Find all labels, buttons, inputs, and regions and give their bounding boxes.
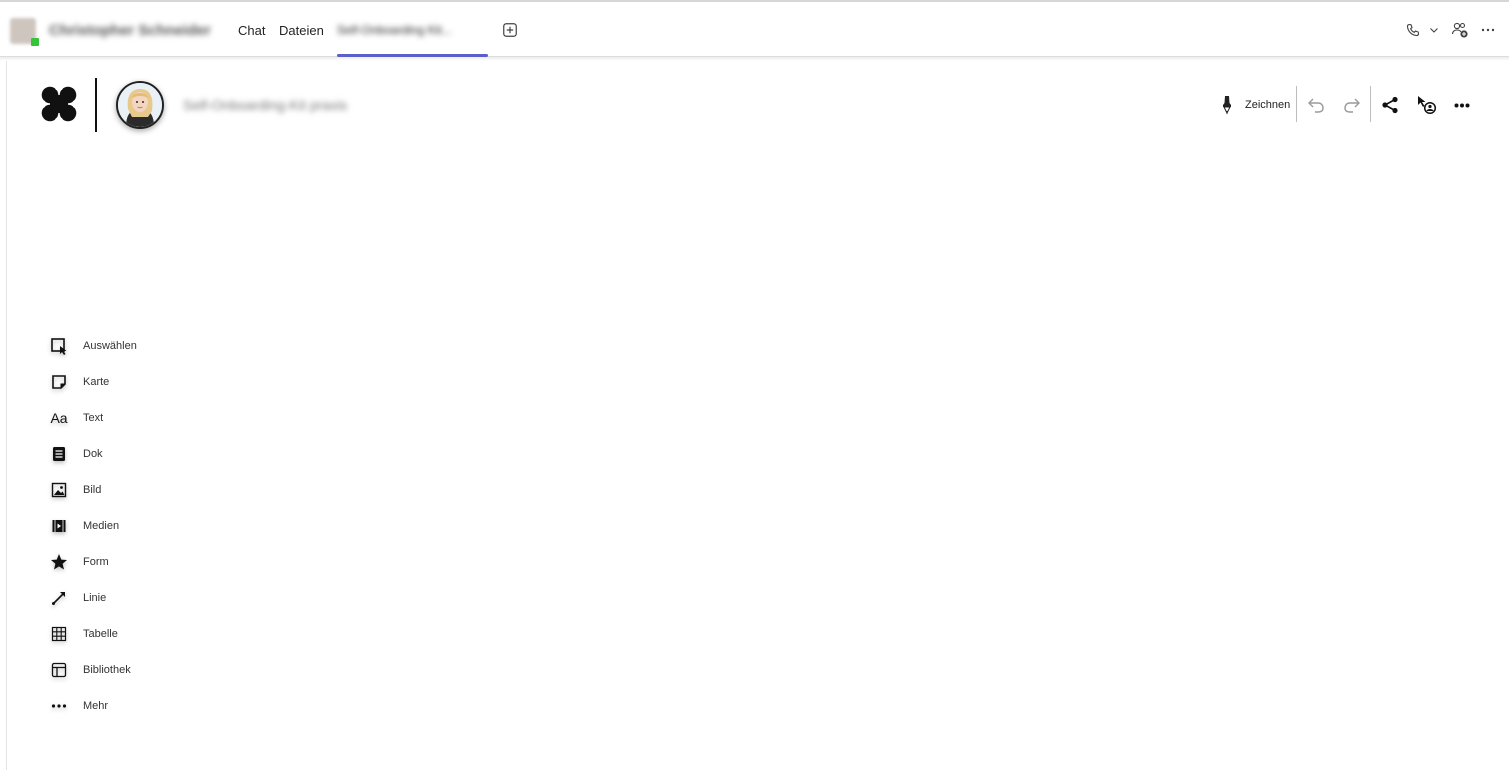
tool-label: Mehr: [83, 700, 109, 712]
tool-label: Bibliothek: [83, 664, 131, 676]
pen-icon[interactable]: [1218, 94, 1236, 116]
tool-select[interactable]: Auswählen: [48, 334, 248, 358]
toolbar-separator: [1370, 86, 1371, 122]
tool-line[interactable]: Linie: [48, 586, 248, 610]
phone-icon[interactable]: [1403, 20, 1423, 40]
more-options-icon[interactable]: [1478, 20, 1498, 40]
presence-indicator: [31, 38, 39, 46]
media-icon: [48, 515, 70, 537]
tool-label: Medien: [83, 520, 120, 532]
plus-square-icon[interactable]: [500, 20, 520, 40]
tool-table[interactable]: Tabelle: [48, 622, 248, 646]
tool-label: Linie: [83, 592, 107, 604]
tool-label: Dok: [83, 448, 103, 460]
share-icon[interactable]: [1379, 94, 1401, 116]
tool-label: Auswählen: [83, 340, 137, 352]
tool-label: Form: [83, 556, 109, 568]
tool-image[interactable]: Bild: [48, 478, 248, 502]
tab-files[interactable]: Dateien: [279, 23, 324, 38]
board-owner-avatar[interactable]: [116, 81, 164, 129]
card-icon: [48, 371, 70, 393]
chevron-down-icon[interactable]: [1427, 22, 1441, 38]
four-circles-logo: [37, 82, 81, 127]
library-icon: [48, 659, 70, 681]
select-icon: [48, 335, 70, 357]
text-icon: Aa: [50, 410, 68, 426]
board-title: Self-Onboarding-Kit praxis: [183, 97, 348, 113]
tool-media[interactable]: Medien: [48, 514, 248, 538]
board-more-icon[interactable]: [1451, 94, 1473, 116]
tool-label: Karte: [83, 376, 110, 388]
logo-divider: [95, 78, 97, 132]
draw-button-label[interactable]: Zeichnen: [1245, 99, 1290, 111]
chat-header: Christopher Schneider Chat Dateien Self-…: [0, 2, 1509, 57]
tool-label: Tabelle: [83, 628, 118, 640]
toolbar-separator: [1296, 86, 1297, 122]
tool-label: Bild: [83, 484, 102, 496]
more-dots-icon: [48, 695, 70, 717]
line-icon: [48, 587, 70, 609]
tool-shape[interactable]: Form: [48, 550, 248, 574]
tab-chat[interactable]: Chat: [238, 23, 265, 38]
contact-name[interactable]: Christopher Schneider: [49, 22, 211, 39]
tool-text[interactable]: Aa Text: [48, 406, 248, 430]
tool-more[interactable]: Mehr: [48, 694, 248, 718]
table-icon: [48, 623, 70, 645]
tool-doc[interactable]: Dok: [48, 442, 248, 466]
star-icon: [48, 551, 70, 573]
add-people-icon[interactable]: [1449, 19, 1471, 41]
tool-label: Text: [83, 412, 104, 424]
image-icon: [48, 479, 70, 501]
tool-library[interactable]: Bibliothek: [48, 658, 248, 682]
tab-board[interactable]: Self-Onboarding Kit...: [337, 23, 452, 37]
undo-icon[interactable]: [1305, 94, 1327, 116]
tool-card[interactable]: Karte: [48, 370, 248, 394]
cursor-person-icon[interactable]: [1414, 93, 1440, 117]
redo-icon[interactable]: [1341, 94, 1363, 116]
document-icon: [48, 443, 70, 465]
